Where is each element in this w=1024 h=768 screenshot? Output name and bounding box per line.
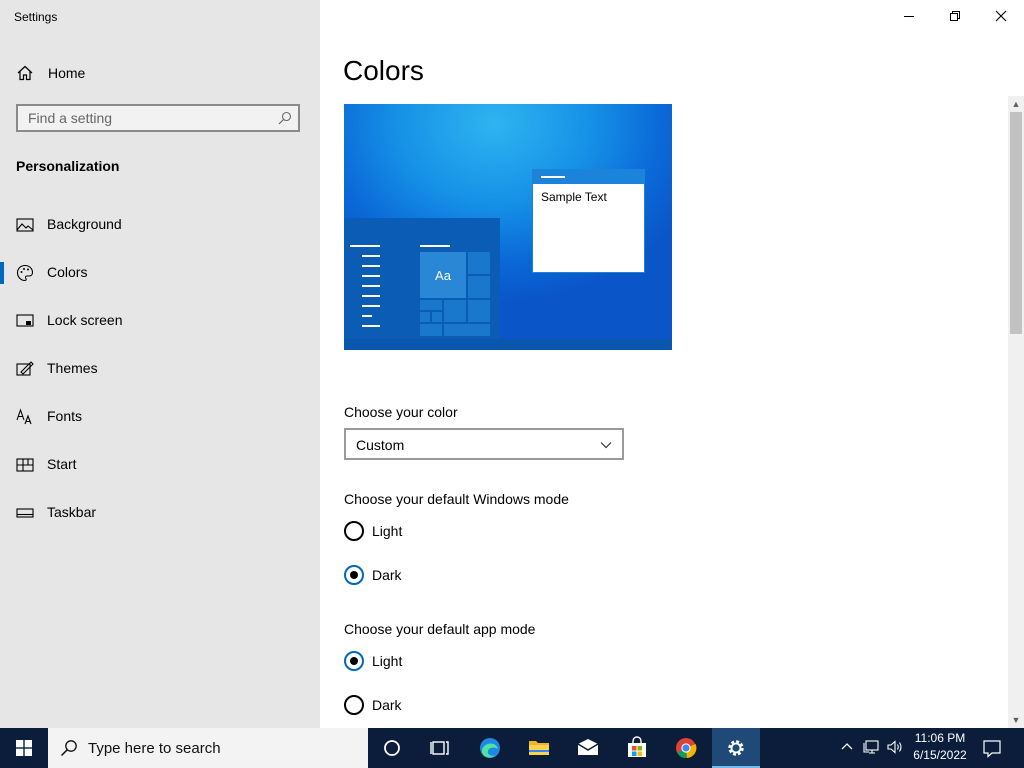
taskbar-icon: [16, 508, 34, 518]
scroll-down-arrow[interactable]: ▼: [1008, 712, 1024, 728]
find-setting-box[interactable]: [16, 104, 300, 132]
sidebar-item-label: Colors: [47, 264, 88, 280]
sidebar-item-label: Themes: [47, 360, 98, 376]
sidebar-item-label: Background: [47, 216, 122, 232]
volume-icon[interactable]: [886, 738, 904, 756]
search-icon: [60, 740, 77, 757]
cortana-button[interactable]: [368, 728, 416, 768]
mail-icon: [577, 739, 599, 755]
dropdown-value: Custom: [356, 437, 405, 453]
sidebar-item-background[interactable]: Background: [0, 205, 320, 245]
store-button[interactable]: [613, 728, 661, 768]
taskbar-clock[interactable]: 11:06 PM 6/15/2022: [904, 730, 976, 766]
edge-icon: [480, 738, 500, 758]
restore-button[interactable]: [932, 0, 978, 32]
sidebar: Settings Home Personalization Background…: [0, 0, 320, 728]
page-title: Colors: [343, 55, 424, 86]
lock-screen-icon: [16, 314, 34, 327]
start-icon: [16, 458, 34, 472]
minimize-button[interactable]: [886, 0, 932, 32]
find-setting-input[interactable]: [18, 106, 288, 130]
sample-text: Sample Text: [541, 190, 607, 204]
sidebar-item-label: Lock screen: [47, 312, 123, 328]
radio-label: Dark: [372, 567, 402, 583]
preview-taskbar: [344, 339, 672, 350]
notification-icon[interactable]: [980, 728, 1004, 768]
palette-icon: [16, 264, 34, 282]
background-icon: [16, 218, 34, 232]
scrollbar-thumb[interactable]: [1010, 112, 1022, 334]
sidebar-item-taskbar[interactable]: Taskbar: [0, 493, 320, 533]
app-mode-dark-radio[interactable]: Dark: [344, 693, 544, 717]
taskbar-search-box[interactable]: Type here to search: [48, 728, 368, 768]
sidebar-item-fonts[interactable]: Fonts: [0, 397, 320, 437]
sidebar-item-colors[interactable]: Colors: [0, 253, 320, 293]
choose-color-dropdown[interactable]: Custom: [344, 428, 624, 460]
home-label: Home: [48, 65, 86, 81]
chrome-icon: [676, 738, 697, 759]
home-nav-item[interactable]: Home: [0, 60, 320, 86]
minimize-icon: [904, 16, 914, 17]
fonts-icon: [16, 408, 32, 425]
store-icon: [628, 736, 646, 757]
windows-mode-label: Choose your default Windows mode: [344, 491, 569, 507]
windows-mode-light-radio[interactable]: Light: [344, 519, 544, 543]
radio-label: Light: [372, 523, 403, 539]
chrome-button[interactable]: [662, 728, 710, 768]
taskbar: Type here to search 11:06 PM 6/15/2022: [0, 728, 1024, 768]
file-explorer-icon: [529, 741, 549, 755]
app-mode-label: Choose your default app mode: [344, 621, 536, 637]
start-button[interactable]: [0, 728, 48, 768]
search-icon: [278, 111, 292, 125]
edge-button[interactable]: [466, 728, 514, 768]
radio-circle: [344, 651, 364, 671]
chevron-up-icon[interactable]: [838, 738, 856, 756]
section-title: Personalization: [16, 158, 120, 174]
gear-icon: [728, 740, 744, 756]
close-icon: [995, 10, 1007, 22]
windows-mode-dark-radio[interactable]: Dark: [344, 563, 544, 587]
sidebar-item-label: Taskbar: [47, 504, 97, 520]
file-explorer-button[interactable]: [515, 728, 563, 768]
radio-label: Light: [372, 653, 403, 669]
taskbar-search-placeholder: Type here to search: [88, 740, 221, 757]
radio-circle: [344, 695, 364, 715]
app-title: Settings: [14, 10, 58, 24]
preview-start-menu: Aa: [344, 218, 500, 339]
sidebar-item-lock-screen[interactable]: Lock screen: [0, 301, 320, 341]
app-mode-light-radio[interactable]: Light: [344, 649, 544, 673]
clock-time: 11:06 PM: [914, 731, 966, 745]
scroll-up-arrow[interactable]: ▲: [1008, 96, 1024, 112]
sidebar-item-label: Fonts: [47, 408, 83, 424]
sidebar-item-start[interactable]: Start: [0, 445, 320, 485]
mail-button[interactable]: [564, 728, 612, 768]
vertical-scrollbar[interactable]: ▲ ▼: [1008, 96, 1024, 728]
home-icon: [17, 65, 33, 81]
radio-label: Dark: [372, 697, 402, 713]
cortana-icon: [384, 740, 400, 756]
clock-date: 6/15/2022: [913, 748, 967, 762]
preview-tile: Aa: [420, 252, 466, 298]
radio-circle: [344, 565, 364, 585]
themes-icon: [16, 361, 34, 376]
close-button[interactable]: [978, 0, 1024, 32]
task-view-icon: [430, 741, 449, 755]
settings-button[interactable]: [712, 728, 760, 768]
sidebar-item-label: Start: [47, 456, 77, 472]
chevron-down-icon: [600, 442, 612, 449]
choose-color-label: Choose your color: [344, 404, 458, 420]
sidebar-item-themes[interactable]: Themes: [0, 349, 320, 389]
colors-preview: Aa Sample Text: [344, 104, 672, 350]
preview-sample-window: Sample Text: [532, 169, 645, 273]
radio-circle: [344, 521, 364, 541]
restore-icon: [950, 11, 960, 21]
windows-logo-icon: [16, 740, 32, 756]
network-icon[interactable]: [862, 738, 880, 756]
selection-indicator: [0, 262, 4, 284]
task-view-button[interactable]: [416, 728, 464, 768]
